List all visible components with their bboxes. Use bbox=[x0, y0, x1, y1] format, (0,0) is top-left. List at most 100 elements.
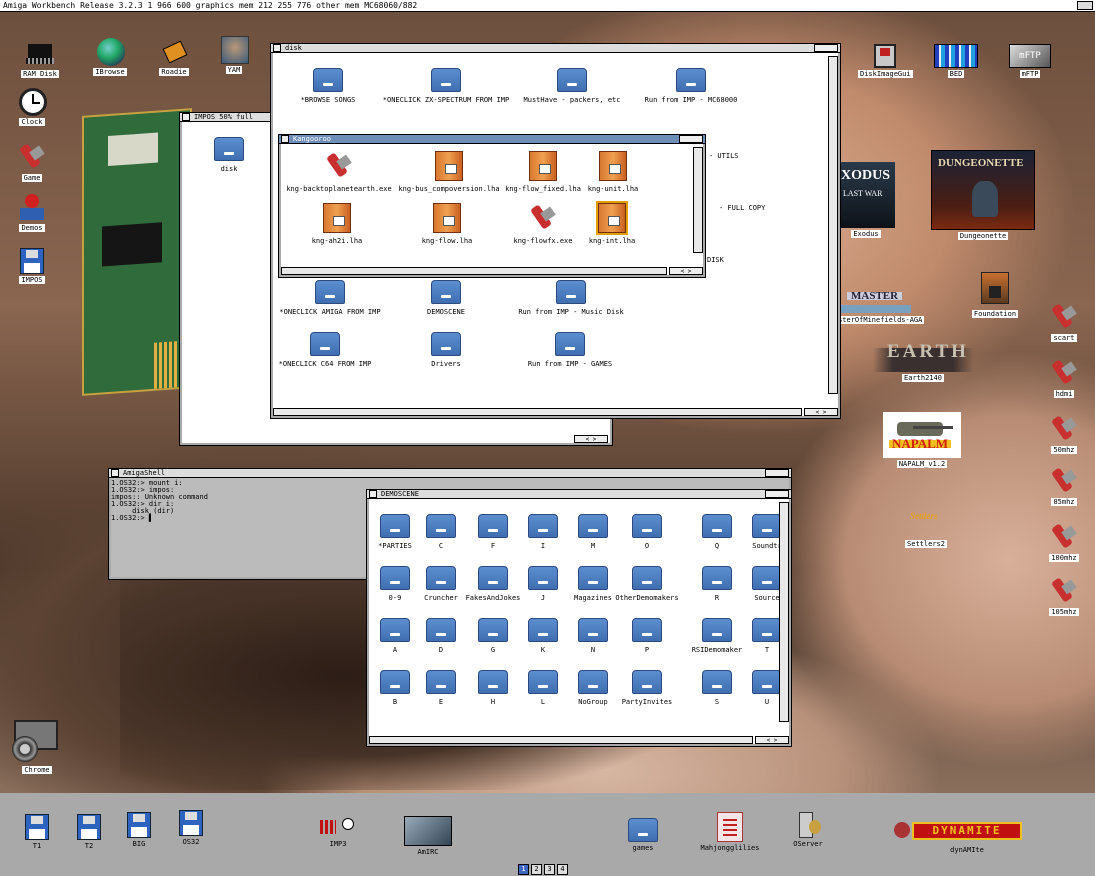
drawer-item[interactable]: C bbox=[419, 514, 463, 550]
desktop-icon-chrome[interactable]: Chrome bbox=[8, 720, 66, 774]
dock-icon-oserver[interactable]: OServer bbox=[786, 810, 830, 848]
drawer-item[interactable]: RSIDemomaker bbox=[687, 618, 747, 654]
drawer-item[interactable]: A bbox=[373, 618, 417, 654]
file-item[interactable]: kng-flow.lha bbox=[419, 203, 475, 245]
drawer-item[interactable]: G bbox=[465, 618, 521, 654]
desktop-icon-bed[interactable]: BED bbox=[932, 44, 980, 78]
desktop-icon-85mhz[interactable]: 85mhz bbox=[1044, 466, 1084, 506]
desktop-icon-dungeonette[interactable]: DUNGEONETTE Dungeonette bbox=[928, 150, 1038, 240]
dock-icon-amirc[interactable]: AmIRC bbox=[402, 816, 454, 856]
file-item[interactable]: kng-unit.lha bbox=[585, 151, 641, 193]
drawer-item[interactable]: D bbox=[419, 618, 463, 654]
desktop-icon-clock[interactable]: Clock bbox=[14, 88, 50, 126]
vertical-scrollbar[interactable] bbox=[828, 56, 838, 394]
desktop-icon-impos[interactable]: IMPOS bbox=[14, 248, 50, 284]
pager-button-2[interactable]: 2 bbox=[531, 864, 542, 875]
pager-button-1[interactable]: 1 bbox=[518, 864, 529, 875]
drawer-item[interactable]: O bbox=[611, 514, 683, 550]
scroll-arrows[interactable]: < > bbox=[574, 435, 608, 443]
drawer-item[interactable]: *PARTIES bbox=[373, 514, 417, 550]
dock-icon-t2[interactable]: T2 bbox=[74, 814, 104, 850]
close-gadget[interactable] bbox=[281, 135, 289, 143]
desktop-icon-hdmi[interactable]: hdmi bbox=[1044, 358, 1084, 398]
dock-icon-games[interactable]: games bbox=[624, 818, 662, 852]
drawer-item[interactable]: R bbox=[687, 566, 747, 602]
desktop-icon-demos[interactable]: Demos bbox=[14, 194, 50, 232]
drawer-item[interactable]: *ONECLICK ZX-SPECTRUM FROM IMP bbox=[381, 68, 511, 104]
close-gadget[interactable] bbox=[182, 113, 190, 121]
desktop-icon-100mhz[interactable]: 100mhz bbox=[1044, 522, 1084, 562]
desktop-icon-earth2140[interactable]: EARTH Earth2140 bbox=[868, 342, 978, 382]
close-gadget[interactable] bbox=[273, 44, 281, 52]
drawer-item[interactable]: Run from IMP - GAMES bbox=[515, 332, 625, 368]
desktop-icon-ibrowse[interactable]: IBrowse bbox=[88, 38, 132, 76]
desktop-icon-50mhz[interactable]: 50mhz bbox=[1044, 414, 1084, 454]
vertical-scrollbar[interactable] bbox=[779, 502, 789, 722]
scroll-arrows[interactable]: < > bbox=[669, 267, 703, 275]
zoom-gadget[interactable] bbox=[679, 135, 703, 143]
desktop-icon-exodus[interactable]: XODUS LAST WAR Exodus bbox=[836, 162, 896, 238]
dock-icon-mahjongglilies[interactable]: Mahjongglilies bbox=[698, 812, 762, 852]
drawer-item[interactable]: MustHave - packers, etc bbox=[517, 68, 627, 104]
drawer-item[interactable]: N bbox=[571, 618, 615, 654]
drawer-item[interactable]: Cruncher bbox=[419, 566, 463, 602]
window-titlebar[interactable]: AmigaShell bbox=[109, 469, 791, 478]
file-item[interactable]: kng-flowfx.exe bbox=[511, 203, 575, 245]
drawer-item[interactable]: *BROWSE SONGS bbox=[273, 68, 383, 104]
drawer-item[interactable]: *ONECLICK AMIGA FROM IMP bbox=[273, 280, 387, 316]
dock-icon-t1[interactable]: T1 bbox=[22, 814, 52, 850]
window-titlebar[interactable]: disk bbox=[271, 44, 840, 53]
desktop-icon-scart[interactable]: scart bbox=[1044, 302, 1084, 342]
file-item[interactable]: kng-flow_fixed.lha bbox=[503, 151, 583, 193]
drawer-item[interactable]: DEMOSCENE bbox=[401, 280, 491, 316]
drawer-item[interactable]: K bbox=[521, 618, 565, 654]
horizontal-scrollbar[interactable] bbox=[273, 408, 802, 416]
pager-button-3[interactable]: 3 bbox=[544, 864, 555, 875]
desktop-icon-mftp[interactable]: mFTP mFTP bbox=[1008, 44, 1052, 78]
desktop-icon-105mhz[interactable]: 105mhz bbox=[1044, 576, 1084, 616]
dock-icon-os32[interactable]: OS32 bbox=[174, 810, 208, 846]
drawer-item[interactable]: NoGroup bbox=[571, 670, 615, 706]
drawer-item[interactable]: B bbox=[373, 670, 417, 706]
drawer-item[interactable]: E bbox=[419, 670, 463, 706]
screen-title-bar[interactable]: Amiga Workbench Release 3.2.3 1 966 600 … bbox=[0, 0, 1095, 12]
desktop-icon-diskimagegui[interactable]: DiskImageGui bbox=[858, 44, 913, 78]
drawer-item[interactable]: S bbox=[687, 670, 747, 706]
drawer-item[interactable]: F bbox=[465, 514, 521, 550]
drawer-item[interactable]: I bbox=[521, 514, 565, 550]
drawer-item-disk[interactable]: disk bbox=[204, 137, 254, 173]
file-item[interactable]: kng-ah2i.lha bbox=[307, 203, 367, 245]
drawer-item[interactable]: DISK bbox=[707, 256, 747, 264]
window-titlebar[interactable]: Kangooroo bbox=[279, 135, 705, 144]
screen-depth-gadget[interactable] bbox=[1077, 1, 1093, 10]
desktop-icon-game[interactable]: Game bbox=[14, 142, 50, 182]
desktop-icon-foundation[interactable]: Foundation bbox=[968, 268, 1022, 318]
zoom-gadget[interactable] bbox=[765, 469, 789, 477]
drawer-item[interactable]: P bbox=[611, 618, 683, 654]
zoom-gadget[interactable] bbox=[765, 490, 789, 498]
file-item[interactable]: kng-backtoplanetearth.exe bbox=[283, 151, 395, 193]
vertical-scrollbar[interactable] bbox=[693, 147, 703, 253]
dock-icon-big[interactable]: BIG bbox=[124, 812, 154, 848]
horizontal-scrollbar[interactable] bbox=[281, 267, 667, 275]
pager-button-4[interactable]: 4 bbox=[557, 864, 568, 875]
zoom-gadget[interactable] bbox=[814, 44, 838, 52]
desktop-icon-yam[interactable]: YAM bbox=[216, 36, 252, 74]
drawer-item[interactable]: 0-9 bbox=[373, 566, 417, 602]
desktop-icon-masterofminefields[interactable]: MASTER MasterOfMinefields-AGA bbox=[826, 291, 926, 324]
file-item[interactable]: kng-int.lha bbox=[587, 201, 637, 245]
desktop-icon-ram-disk[interactable]: RAM Disk bbox=[20, 40, 60, 78]
file-item[interactable]: kng-bus_compoversion.lha bbox=[395, 151, 503, 193]
desktop-icon-settlers2[interactable]: Settlers Settlers2 bbox=[898, 506, 954, 548]
desktop-icon-roadie[interactable]: Roadie bbox=[156, 38, 192, 76]
drawer-item[interactable]: Run from IMP - Music Disk bbox=[511, 280, 631, 316]
window-demoscene[interactable]: DEMOSCENE *PARTIES C F I M O Q Soundtr 0-9 Crunch… bbox=[366, 489, 792, 747]
drawer-item[interactable]: L bbox=[521, 670, 565, 706]
drawer-item[interactable]: OtherDemomakers bbox=[611, 566, 683, 602]
drawer-item[interactable]: - UTILS bbox=[709, 152, 749, 160]
close-gadget[interactable] bbox=[369, 490, 377, 498]
drawer-item[interactable]: Drivers bbox=[401, 332, 491, 368]
horizontal-scrollbar[interactable] bbox=[369, 736, 753, 744]
scroll-arrows[interactable]: < > bbox=[755, 736, 789, 744]
drawer-item[interactable]: J bbox=[521, 566, 565, 602]
